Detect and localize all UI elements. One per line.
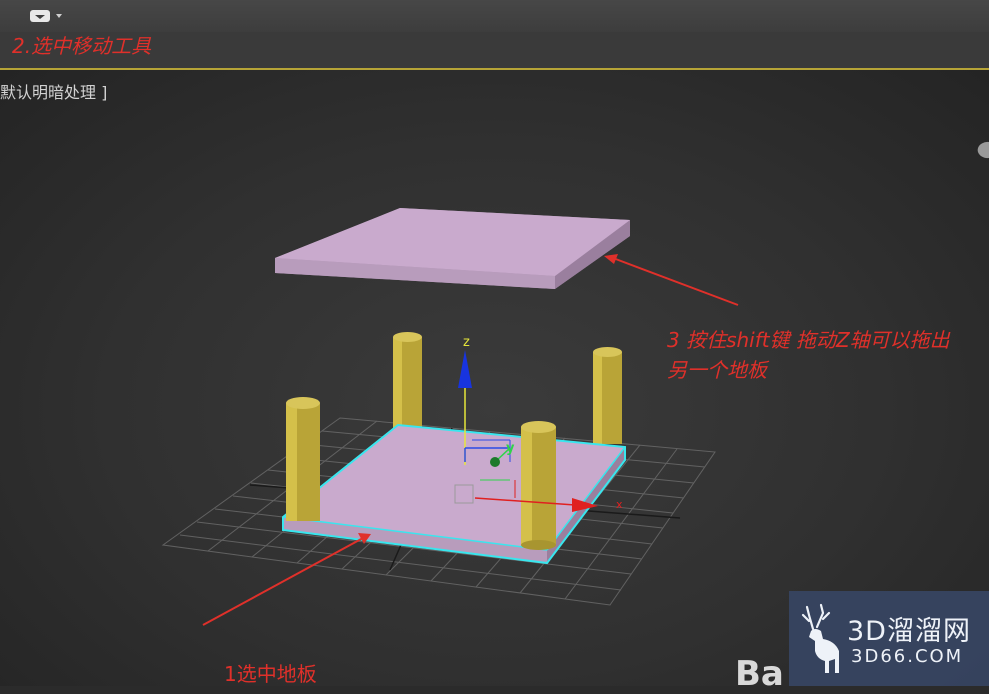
gizmo-x-label: x [616, 498, 623, 511]
pillar-front-left [286, 397, 320, 521]
watermark-title: 3D溜溜网 [847, 616, 971, 647]
pillar-back-left [393, 332, 422, 437]
watermark-domain: 3D66.COM [851, 646, 964, 667]
annotation-arrow-step1 [202, 533, 371, 626]
annotation-arrow-step3 [604, 254, 739, 306]
annotation-step3-line1: 3 按住shift键 拖动Z轴可以拖出 [667, 328, 950, 352]
annotation-step1: 1选中地板 [224, 662, 317, 686]
deer-logo-icon [801, 603, 839, 673]
gizmo-z-label: z [463, 335, 470, 350]
floor-slab-selected[interactable] [282, 423, 626, 565]
gizmo-y-handle [490, 457, 500, 467]
watermark: 3D溜溜网 3D66.COM [789, 591, 989, 686]
top-slab [275, 208, 630, 289]
annotation-step3-line2: 另一个地板 [667, 358, 767, 382]
gizmo-z-arrow [458, 350, 472, 388]
view-cube-icon [977, 141, 989, 159]
pillar-front-right [521, 421, 556, 550]
pillar-back-right [593, 347, 622, 444]
corner-text: Ba [735, 654, 784, 694]
gizmo-y-label: y [506, 441, 515, 456]
